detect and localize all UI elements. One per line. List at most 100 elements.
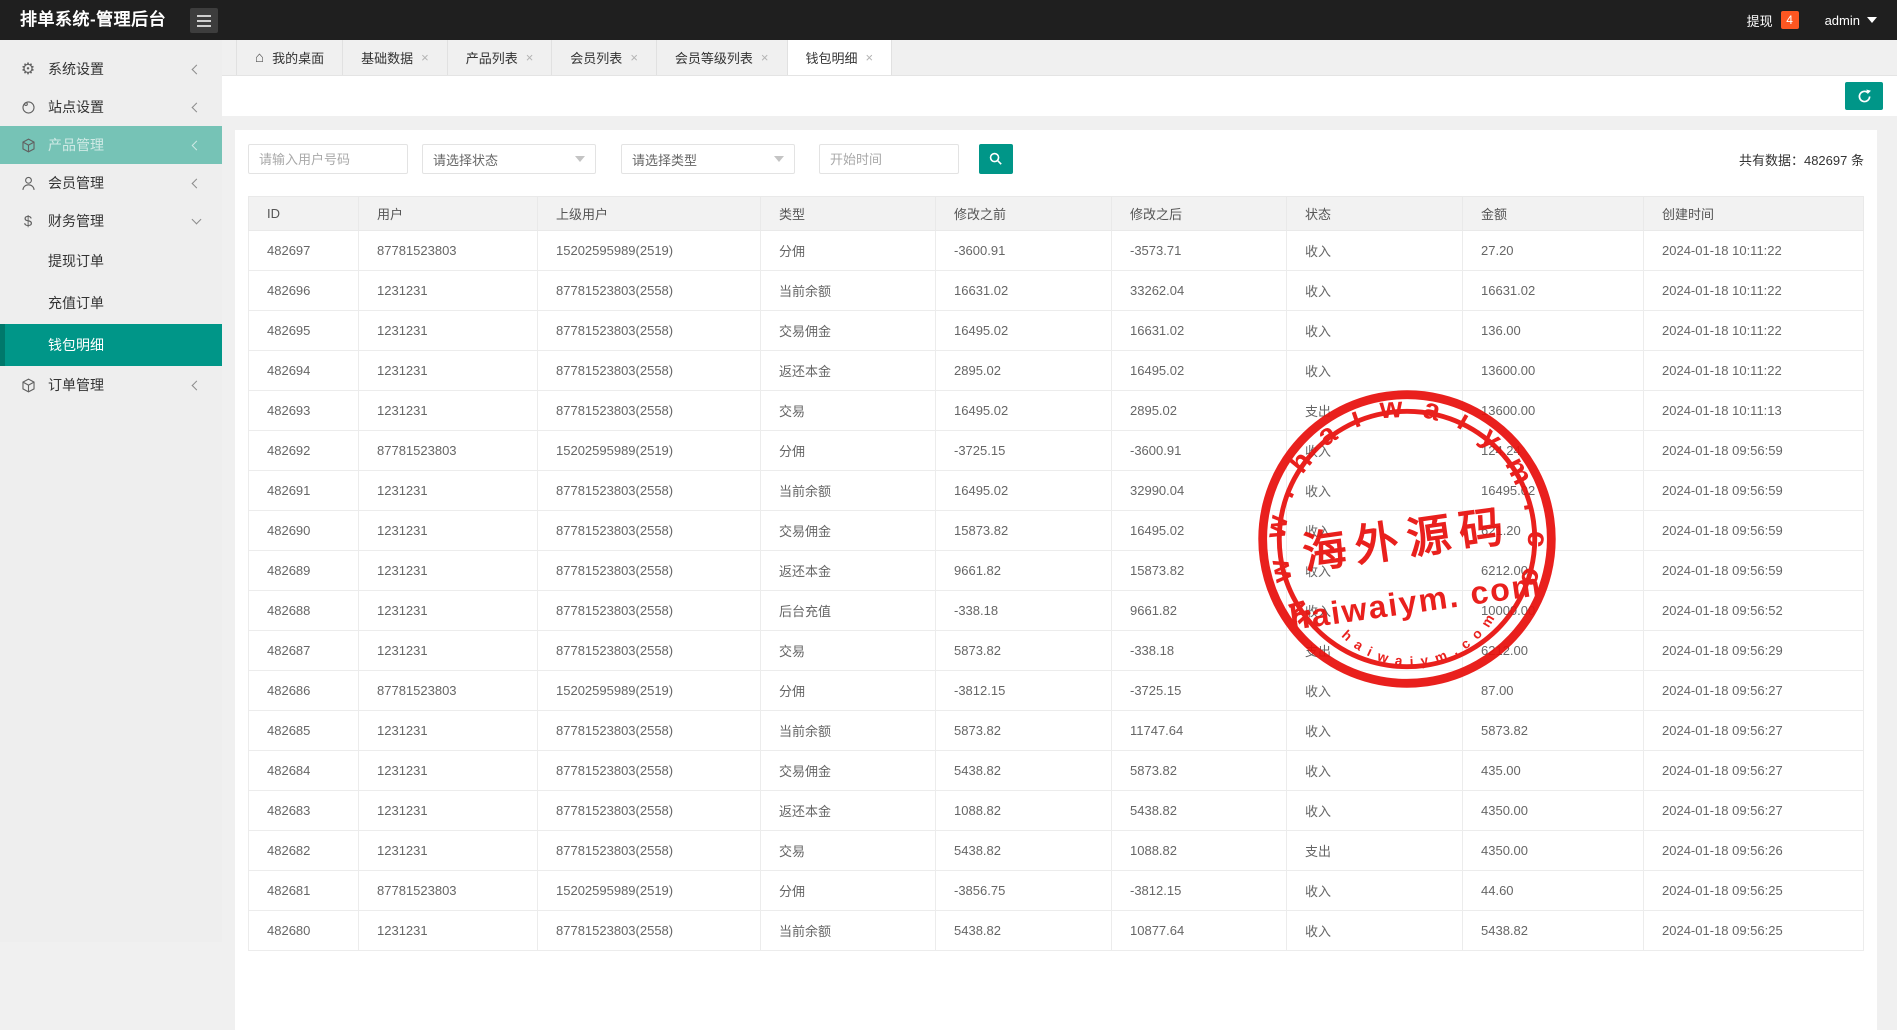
sidebar-item-label: 站点设置 xyxy=(48,97,193,117)
cell-before: 5873.82 xyxy=(936,631,1112,671)
tab-钱包明细[interactable]: 钱包明细 × xyxy=(788,40,893,75)
cell-after: 11747.64 xyxy=(1112,711,1287,751)
status-select-value: 请选择状态 xyxy=(433,150,498,169)
refresh-button[interactable] xyxy=(1845,82,1883,110)
sidebar-item-4[interactable]: $财务管理 xyxy=(0,202,222,240)
cell-status: 收入 xyxy=(1287,431,1463,471)
cell-amount: 435.00 xyxy=(1463,751,1644,791)
sidebar-item-2[interactable]: 产品管理 xyxy=(0,126,222,164)
close-icon[interactable]: × xyxy=(526,51,534,64)
user-number-input[interactable] xyxy=(248,144,408,174)
cell-parent_user: 15202595989(2519) xyxy=(538,871,761,911)
close-icon[interactable]: × xyxy=(866,51,874,64)
sidebar-subitem-充值订单[interactable]: 充值订单 xyxy=(0,282,222,324)
select-arrow-icon xyxy=(774,156,784,162)
column-header-parent_user: 上级用户 xyxy=(538,197,761,231)
cell-id: 482697 xyxy=(249,231,359,271)
cell-after: 16495.02 xyxy=(1112,351,1287,391)
tab-产品列表[interactable]: 产品列表× xyxy=(448,40,553,75)
cell-amount: 13600.00 xyxy=(1463,351,1644,391)
tab-基础数据[interactable]: 基础数据 × xyxy=(343,40,448,75)
cell-after: 2895.02 xyxy=(1112,391,1287,431)
cell-before: 16495.02 xyxy=(936,471,1112,511)
cell-user: 87781523803 xyxy=(359,231,538,271)
top-header-bar: 排单系统-管理后台 提现 4 admin xyxy=(0,0,1897,40)
search-button[interactable] xyxy=(979,144,1013,174)
tab-我的桌面[interactable]: ⌂我的桌面 xyxy=(236,40,343,75)
cell-created_at: 2024-01-18 09:56:59 xyxy=(1644,511,1864,551)
menu-toggle-button[interactable] xyxy=(190,8,218,33)
table-row: 4826978778152380315202595989(2519)分佣-360… xyxy=(249,231,1864,271)
sidebar-item-label: 会员管理 xyxy=(48,173,193,193)
cell-status: 收入 xyxy=(1287,911,1463,951)
cell-after: 33262.04 xyxy=(1112,271,1287,311)
cell-id: 482688 xyxy=(249,591,359,631)
cell-amount: 4350.00 xyxy=(1463,791,1644,831)
user-menu[interactable]: admin xyxy=(1825,13,1877,28)
cell-id: 482687 xyxy=(249,631,359,671)
select-arrow-icon xyxy=(575,156,585,162)
cell-type: 分佣 xyxy=(761,231,936,271)
cell-id: 482692 xyxy=(249,431,359,471)
cell-id: 482689 xyxy=(249,551,359,591)
sidebar-item-3[interactable]: 会员管理 xyxy=(0,164,222,202)
cell-amount: 621.20 xyxy=(1463,511,1644,551)
cell-created_at: 2024-01-18 09:56:25 xyxy=(1644,871,1864,911)
withdraw-count-badge[interactable]: 4 xyxy=(1781,11,1799,29)
cell-after: 10877.64 xyxy=(1112,911,1287,951)
cell-type: 返还本金 xyxy=(761,791,936,831)
cell-status: 收入 xyxy=(1287,351,1463,391)
box-icon xyxy=(20,377,37,394)
cell-before: 16495.02 xyxy=(936,391,1112,431)
withdraw-label: 提现 xyxy=(1747,11,1773,30)
cell-parent_user: 87781523803(2558) xyxy=(538,711,761,751)
cell-amount: 16631.02 xyxy=(1463,271,1644,311)
cell-status: 收入 xyxy=(1287,471,1463,511)
cell-after: -3573.71 xyxy=(1112,231,1287,271)
cell-parent_user: 87781523803(2558) xyxy=(538,551,761,591)
cell-created_at: 2024-01-18 09:56:59 xyxy=(1644,471,1864,511)
table-row: 482696123123187781523803(2558)当前余额16631.… xyxy=(249,271,1864,311)
cell-after: 32990.04 xyxy=(1112,471,1287,511)
start-time-input[interactable] xyxy=(819,144,959,174)
type-select[interactable]: 请选择类型 xyxy=(621,144,795,174)
cell-after: 9661.82 xyxy=(1112,591,1287,631)
table-row: 482680123123187781523803(2558)当前余额5438.8… xyxy=(249,911,1864,951)
sidebar-subitem-钱包明细[interactable]: 钱包明细 xyxy=(0,324,222,366)
sidebar-item-0[interactable]: ⚙系统设置 xyxy=(0,50,222,88)
table-row: 482694123123187781523803(2558)返还本金2895.0… xyxy=(249,351,1864,391)
cell-after: -3812.15 xyxy=(1112,871,1287,911)
tab-会员列表[interactable]: 会员列表× xyxy=(552,40,657,75)
sidebar-item-1[interactable]: 站点设置 xyxy=(0,88,222,126)
chevron-left-icon xyxy=(192,178,202,188)
cell-parent_user: 87781523803(2558) xyxy=(538,471,761,511)
cell-type: 交易 xyxy=(761,631,936,671)
wallet-table-wrap: ID用户上级用户类型修改之前修改之后状态金额创建时间 4826978778152… xyxy=(248,196,1864,951)
cell-id: 482691 xyxy=(249,471,359,511)
cell-amount: 10000.00 xyxy=(1463,591,1644,631)
status-select[interactable]: 请选择状态 xyxy=(422,144,596,174)
cell-created_at: 2024-01-18 10:11:22 xyxy=(1644,271,1864,311)
sidebar-item-5[interactable]: 订单管理 xyxy=(0,366,222,404)
cell-after: 16495.02 xyxy=(1112,511,1287,551)
cell-user: 87781523803 xyxy=(359,671,538,711)
cell-parent_user: 87781523803(2558) xyxy=(538,791,761,831)
tab-label: 钱包明细 xyxy=(806,48,858,67)
hamburger-icon xyxy=(197,15,211,17)
cell-created_at: 2024-01-18 09:56:52 xyxy=(1644,591,1864,631)
close-icon[interactable]: × xyxy=(421,51,429,64)
cell-type: 当前余额 xyxy=(761,911,936,951)
cell-type: 交易 xyxy=(761,391,936,431)
cell-created_at: 2024-01-18 09:56:59 xyxy=(1644,551,1864,591)
cell-id: 482694 xyxy=(249,351,359,391)
tab-label: 基础数据 xyxy=(361,48,413,67)
cell-parent_user: 87781523803(2558) xyxy=(538,351,761,391)
close-icon[interactable]: × xyxy=(761,51,769,64)
withdraw-notification[interactable]: 提现 4 xyxy=(1747,11,1799,30)
cell-status: 收入 xyxy=(1287,591,1463,631)
cell-status: 支出 xyxy=(1287,631,1463,671)
cell-user: 1231231 xyxy=(359,311,538,351)
sidebar-subitem-提现订单[interactable]: 提现订单 xyxy=(0,240,222,282)
tab-会员等级列表[interactable]: 会员等级列表× xyxy=(657,40,788,75)
close-icon[interactable]: × xyxy=(630,51,638,64)
